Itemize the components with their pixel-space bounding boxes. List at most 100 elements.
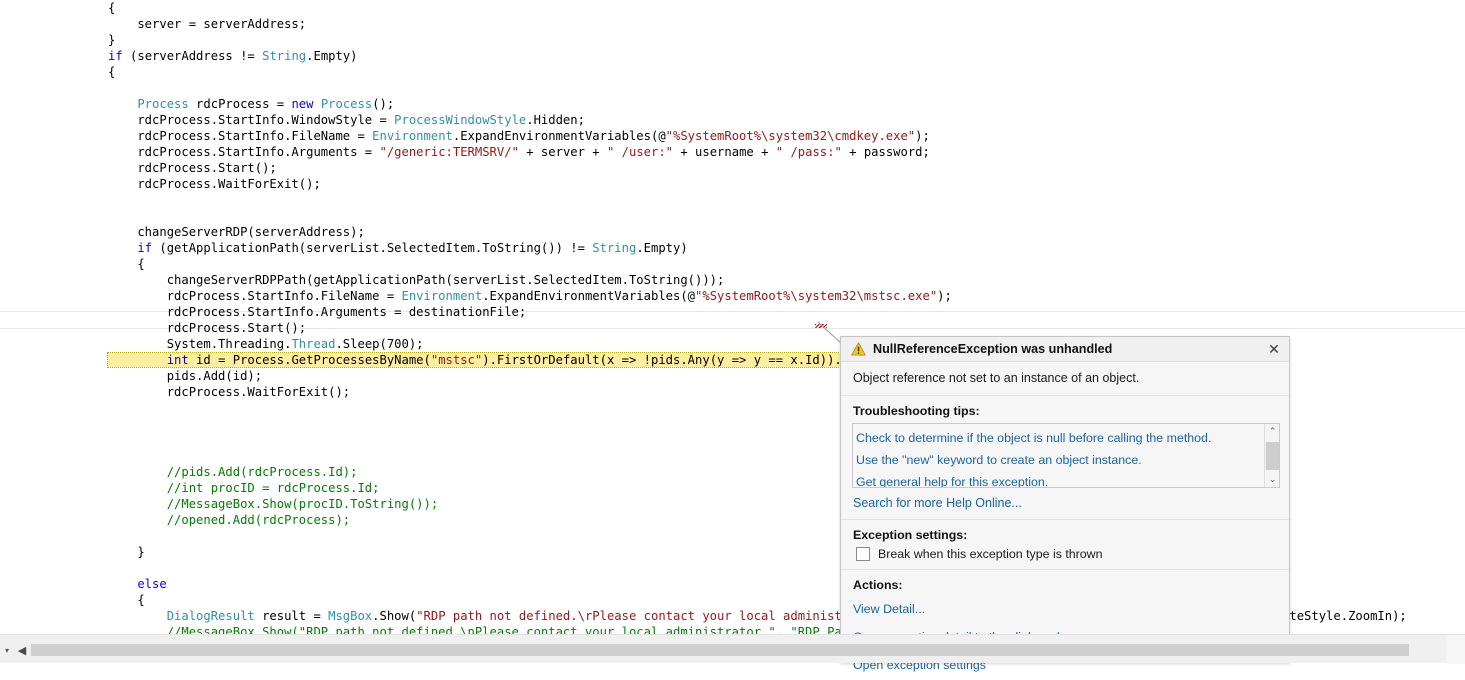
action-row-view-detail[interactable]: View Detail... xyxy=(841,596,1289,624)
code-token: .Empty) xyxy=(636,241,688,255)
code-token: //MessageBox.Show("RDP path not defined.… xyxy=(108,625,938,634)
code-token: Thread xyxy=(291,337,336,351)
scrollbar-corner xyxy=(1447,635,1465,664)
code-token: ); xyxy=(915,129,930,143)
code-token: String xyxy=(592,241,637,255)
code-token: Process xyxy=(108,97,189,111)
scrollbar-thumb[interactable] xyxy=(1266,442,1279,470)
code-token: .Empty) xyxy=(306,49,358,63)
code-line: rdcProcess.Start(); xyxy=(108,320,1407,336)
tip-item-0[interactable]: Check to determine if the object is null… xyxy=(853,427,1258,449)
code-token: if xyxy=(108,241,153,255)
code-token: "%SystemRoot%\system32\cmdkey.exe" xyxy=(665,129,916,143)
tip-item-2[interactable]: Get general help for this exception. xyxy=(853,471,1258,487)
code-token: //MessageBox.Show(procID.ToString()); xyxy=(108,497,439,511)
code-token: else xyxy=(108,577,167,591)
code-token: + username + xyxy=(673,145,776,159)
code-token: (); xyxy=(372,97,395,111)
code-token: .Hidden; xyxy=(526,113,585,127)
code-token: id = Process.GetProcessesByName( xyxy=(188,353,431,367)
code-line: rdcProcess.StartInfo.WindowStyle = Proce… xyxy=(108,112,1407,128)
code-line: rdcProcess.StartInfo.Arguments = destina… xyxy=(108,304,1407,320)
troubleshooting-tips-heading: Troubleshooting tips: xyxy=(853,404,980,418)
code-token: .ExpandEnvironmentVariables(@ xyxy=(482,289,696,303)
code-line: if (serverAddress != String.Empty) xyxy=(108,48,1407,64)
scroll-left-arrow-icon[interactable]: ◀ xyxy=(14,642,30,658)
code-line: { xyxy=(108,256,1407,272)
code-line: rdcProcess.WaitForExit(); xyxy=(108,176,1407,192)
exception-dialog[interactable]: NullReferenceException was unhandled ✕ O… xyxy=(840,336,1290,672)
code-token: rdcProcess.WaitForExit(); xyxy=(108,177,321,191)
break-on-exception-label: Break when this exception type is thrown xyxy=(878,547,1103,561)
code-token: result = xyxy=(254,609,329,623)
code-token: server = serverAddress; xyxy=(108,17,307,31)
exception-message: Object reference not set to an instance … xyxy=(841,362,1289,396)
code-token: { xyxy=(108,593,145,607)
code-token: " /pass:" xyxy=(775,145,842,159)
close-icon[interactable]: ✕ xyxy=(1263,339,1285,359)
code-token: { xyxy=(108,257,145,271)
search-online-row[interactable]: Search for more Help Online... xyxy=(841,488,1289,520)
current-statement-line: int id = Process.GetProcessesByName("mst… xyxy=(107,352,865,368)
code-token: } xyxy=(108,33,116,47)
code-token: { xyxy=(108,65,116,79)
tip-item-1[interactable]: Use the "new" keyword to create an objec… xyxy=(853,449,1258,471)
code-token: { xyxy=(108,1,116,15)
code-token: ); xyxy=(937,289,952,303)
code-token: int xyxy=(108,353,189,367)
scroll-up-arrow-icon[interactable]: ⌃ xyxy=(1265,424,1279,439)
chevron-down-icon[interactable]: ▾ xyxy=(0,643,14,657)
exception-dialog-body: Object reference not set to an instance … xyxy=(841,362,1289,672)
code-token: (serverAddress != xyxy=(122,49,263,63)
break-on-exception-row[interactable]: Break when this exception type is thrown xyxy=(841,546,1289,570)
tip-link-0[interactable]: Check to determine if the object is null… xyxy=(856,431,1211,445)
code-token: if xyxy=(108,49,123,63)
code-token: DialogResult xyxy=(108,609,255,623)
tip-link-1[interactable]: Use the "new" keyword to create an objec… xyxy=(856,453,1142,467)
tip-link-2[interactable]: Get general help for this exception. xyxy=(856,475,1048,487)
actions-heading: Actions: xyxy=(853,578,903,592)
scroll-down-arrow-icon[interactable]: ⌄ xyxy=(1265,472,1279,487)
code-token: Process xyxy=(320,97,373,111)
exception-settings-heading: Exception settings: xyxy=(853,528,968,542)
code-token: rdcProcess.StartInfo.FileName = xyxy=(108,129,373,143)
code-line: if (getApplicationPath(serverList.Select… xyxy=(108,240,1407,256)
code-token: Environment xyxy=(372,129,453,143)
code-token: changeServerRDP(serverAddress); xyxy=(108,225,365,239)
code-token: + password; xyxy=(841,145,930,159)
code-token: rdcProcess.Start(); xyxy=(108,161,277,175)
error-squiggle-icon xyxy=(815,324,827,328)
code-token: " /user:" xyxy=(606,145,674,159)
code-token: .Sleep(700); xyxy=(335,337,424,351)
horizontal-scrollbar-thumb[interactable] xyxy=(31,644,1409,656)
tips-scrollbar[interactable]: ⌃ ⌄ xyxy=(1264,424,1279,487)
exception-dialog-titlebar: NullReferenceException was unhandled ✕ xyxy=(841,337,1289,362)
code-line: { xyxy=(108,0,1407,16)
code-token: rdcProcess = xyxy=(188,97,292,111)
code-token: .ExpandEnvironmentVariables(@ xyxy=(452,129,666,143)
code-token: rdcProcess.WaitForExit(); xyxy=(108,385,351,399)
warning-triangle-icon xyxy=(851,342,866,356)
code-token: new xyxy=(291,97,314,111)
code-line: rdcProcess.StartInfo.Arguments = "/gener… xyxy=(108,144,1407,160)
code-token: (getApplicationPath(serverList.SelectedI… xyxy=(152,241,593,255)
search-help-online-link[interactable]: Search for more Help Online... xyxy=(853,496,1022,510)
troubleshooting-tips-box[interactable]: Check to determine if the object is null… xyxy=(852,423,1280,488)
code-token: } xyxy=(108,545,145,559)
code-line: { xyxy=(108,64,1407,80)
code-line: } xyxy=(108,32,1407,48)
code-token: String xyxy=(262,49,307,63)
horizontal-scrollbar[interactable]: ▾ ◀ xyxy=(0,634,1465,664)
code-token: changeServerRDPPath(getApplicationPath(s… xyxy=(108,273,725,287)
code-line: changeServerRDPPath(getApplicationPath(s… xyxy=(108,272,1407,288)
code-token: Environment xyxy=(401,289,483,303)
code-line: server = serverAddress; xyxy=(108,16,1407,32)
code-token: //pids.Add(rdcProcess.Id); xyxy=(108,465,358,479)
view-detail-link[interactable]: View Detail... xyxy=(853,602,925,616)
code-token: ).FirstOrDefault(x => !pids.Any(y => y =… xyxy=(482,353,864,367)
code-token: System.Threading. xyxy=(108,337,292,351)
exception-dialog-title: NullReferenceException was unhandled xyxy=(873,342,1113,356)
break-on-exception-checkbox[interactable] xyxy=(856,547,870,561)
